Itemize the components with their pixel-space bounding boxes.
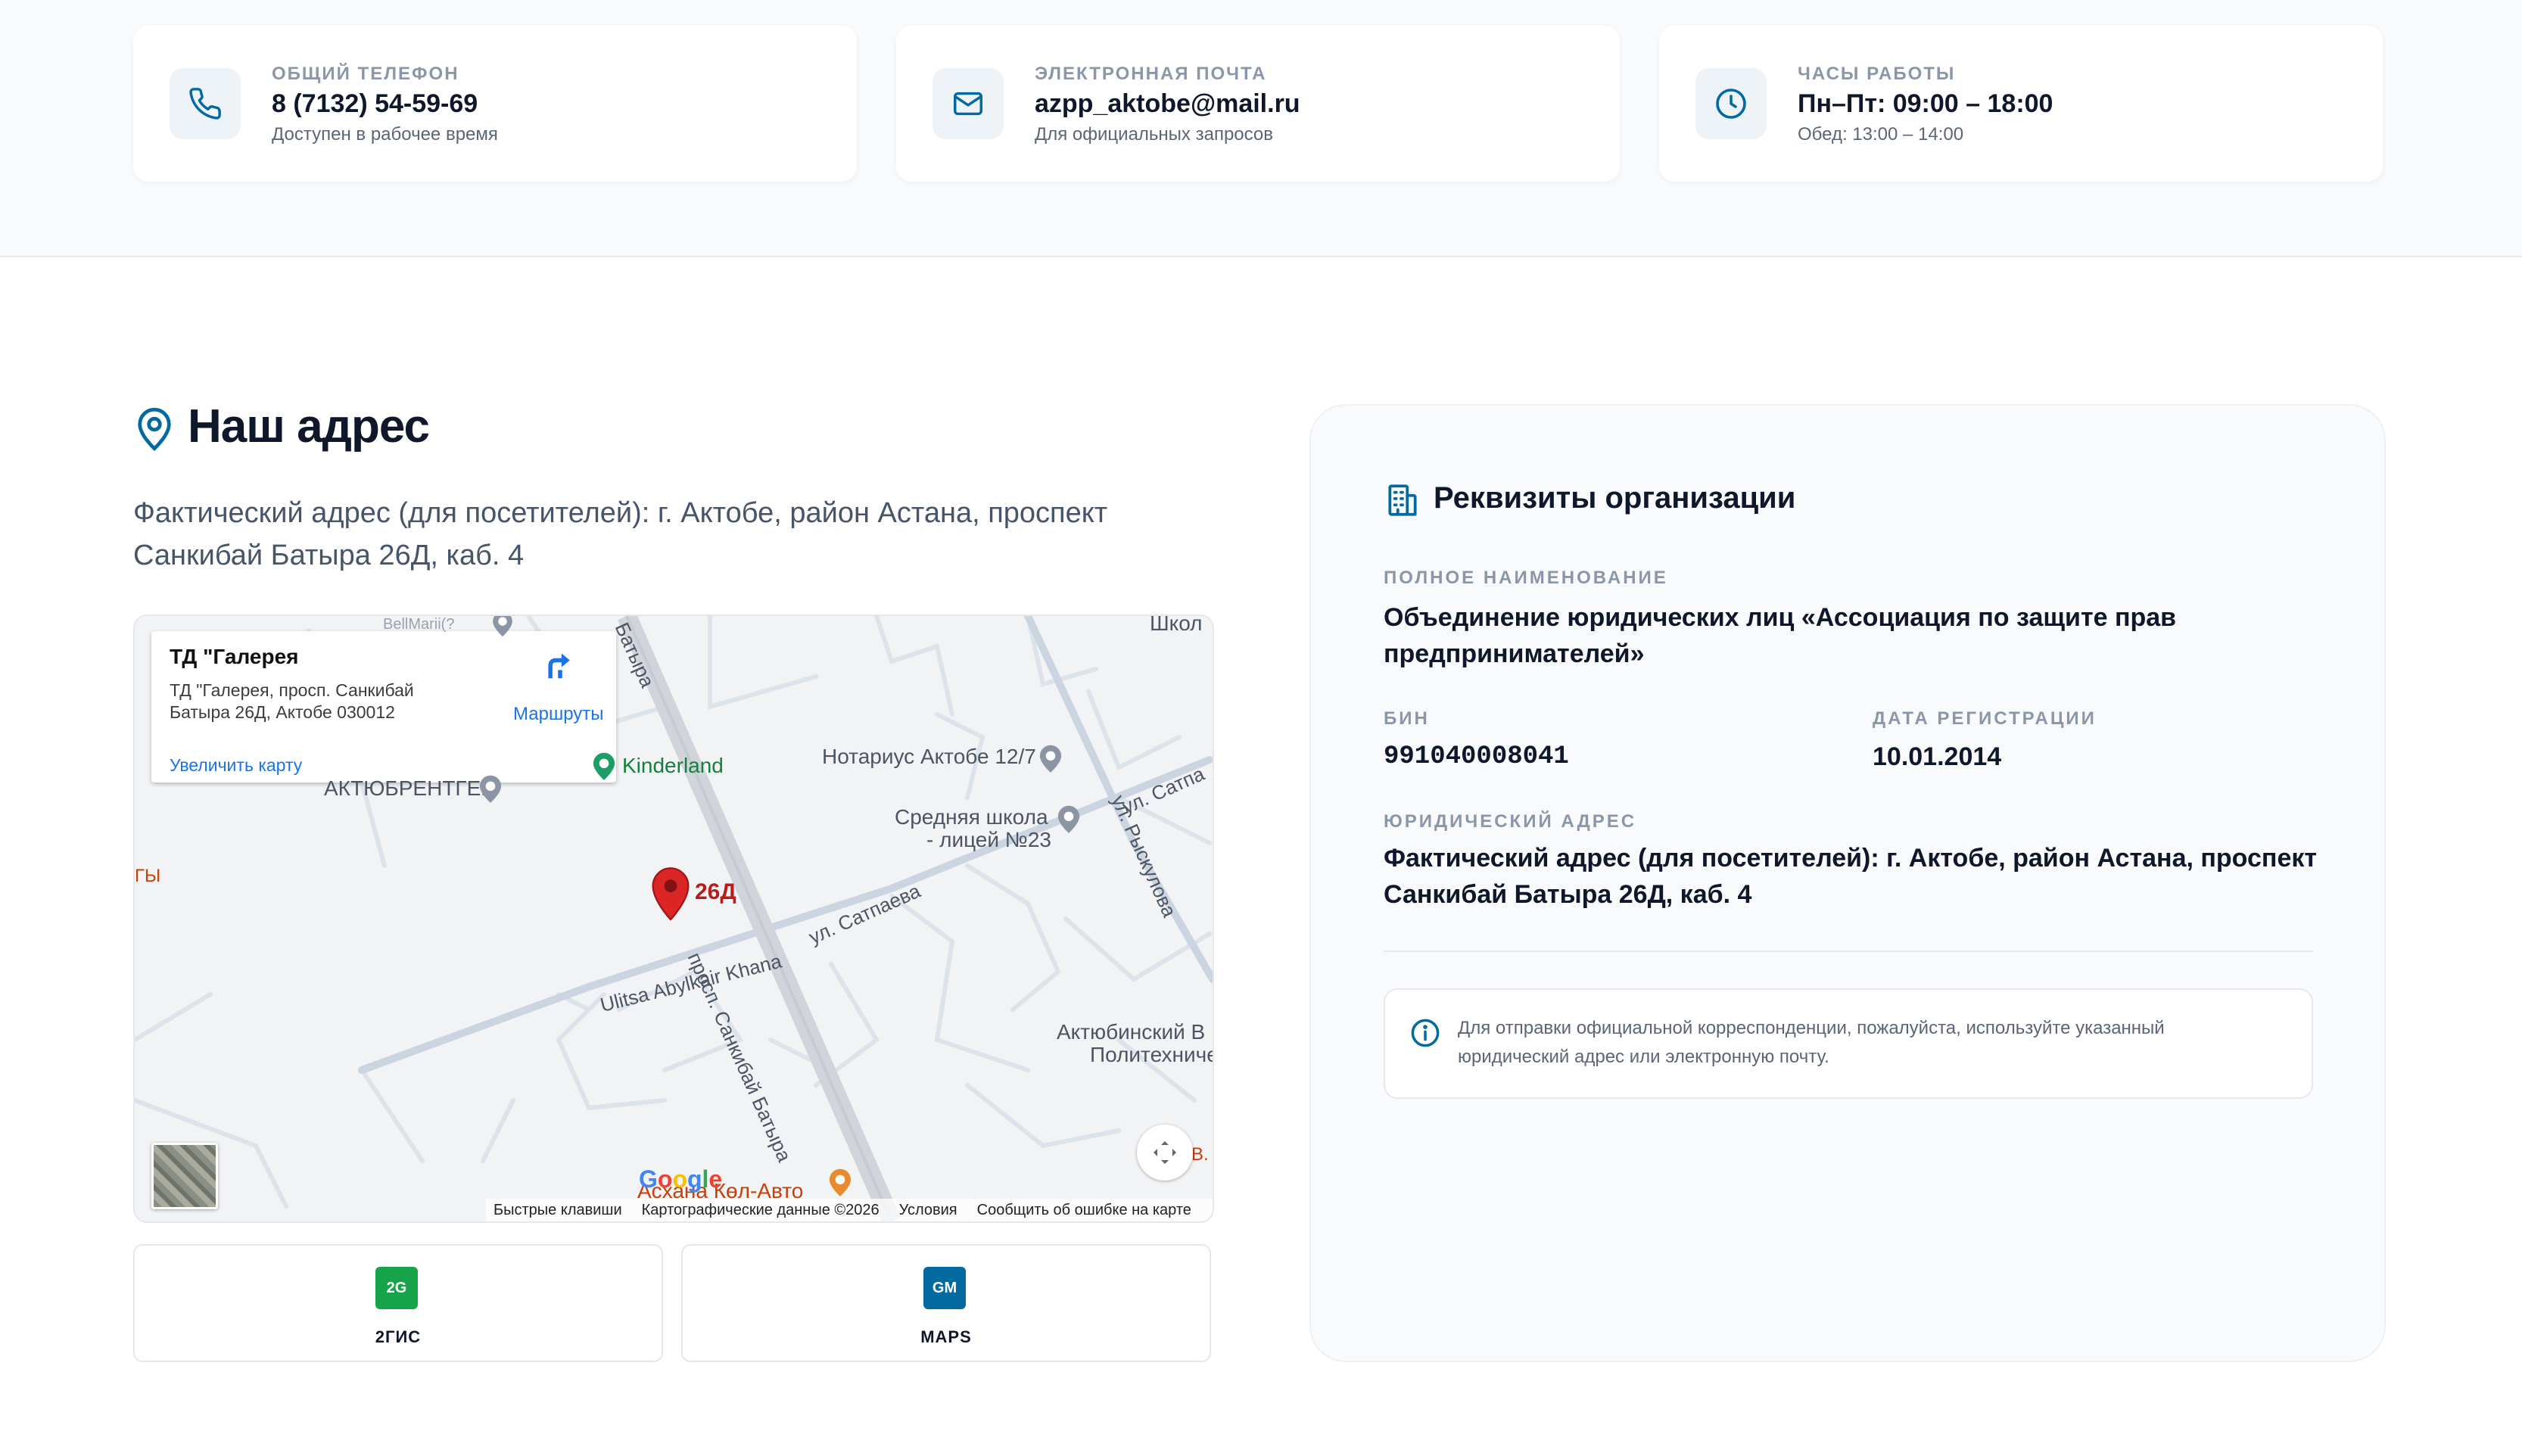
divider <box>1384 950 2313 952</box>
map-label-school-line1[interactable]: Средняя школа <box>895 805 1048 829</box>
map-label-shkol-visible: Школ <box>1150 614 1203 635</box>
map-label-right-partial: В. <box>1191 1144 1209 1165</box>
phone-number-link[interactable]: 8 (7132) 54-59-69 <box>272 89 478 119</box>
contact-eyebrow: ЧАСЫ РАБОТЫ <box>1798 64 1956 84</box>
map-label-left-partial: ГЫ <box>135 866 161 886</box>
map-label-notary[interactable]: Нотариус Актобе 12/7 <box>822 745 1036 769</box>
contact-card-email: ЭЛЕКТРОННАЯ ПОЧТА azpp_aktobe@mail.ru Дл… <box>896 26 1620 182</box>
info-note-text: Для отправки официальной корреспонденции… <box>1458 1018 2165 1067</box>
bin-value: 991040008041 <box>1384 742 1569 771</box>
map-data-label: Картографические данные ©2026 <box>641 1201 880 1218</box>
registration-date-label: ДАТА РЕГИСТРАЦИИ <box>1873 708 2097 729</box>
address-title: Наш адрес <box>188 400 430 453</box>
requisites-title: Реквизиты организации <box>1434 481 1796 515</box>
full-name-label: ПОЛНОЕ НАИМЕНОВАНИЕ <box>1384 568 1668 588</box>
full-name-value: Объединение юридических лиц «Ассоциация … <box>1384 603 2177 668</box>
map-footer: Быстрые клавиши Картографические данные … <box>486 1199 1213 1221</box>
legal-address-value: Фактический адрес (для посетителей): г. … <box>1384 844 2318 909</box>
contacts-band: ОБЩИЙ ТЕЛЕФОН 8 (7132) 54-59-69 Доступен… <box>0 0 2522 257</box>
open-google-maps-button[interactable]: GM MAPS <box>681 1244 1211 1362</box>
info-note: Для отправки официальной корреспонденции… <box>1384 988 2313 1099</box>
enlarge-map-link[interactable]: Увеличить карту <box>170 755 302 776</box>
map-label-polytech-line1[interactable]: Актюбинский В <box>1057 1020 1205 1044</box>
map-label-school-line2[interactable]: - лицей №23 <box>926 828 1051 852</box>
pin-label: 26Д <box>695 879 736 904</box>
contact-card-phone: ОБЩИЙ ТЕЛЕФОН 8 (7132) 54-59-69 Доступен… <box>133 26 857 182</box>
phone-icon <box>170 68 241 139</box>
contact-eyebrow: ОБЩИЙ ТЕЛЕФОН <box>272 64 459 84</box>
poi-marker-askhana[interactable] <box>825 1165 855 1199</box>
bin-label: БИН <box>1384 708 1430 729</box>
info-icon <box>1411 1019 1440 1047</box>
map-label-polytech-line2[interactable]: Политехничес <box>1090 1043 1213 1067</box>
poi-marker-school[interactable] <box>1054 802 1084 835</box>
registration-date-value: 10.01.2014 <box>1873 742 2002 771</box>
satellite-toggle[interactable] <box>151 1143 218 1209</box>
map-label-top-partial: BellMarii(? <box>383 616 455 633</box>
fullscreen-icon <box>1154 1141 1176 1164</box>
building-icon <box>1388 484 1417 516</box>
report-error-link[interactable]: Сообщить об ошибке на карте <box>977 1202 1191 1219</box>
place-info-card: ТД "Галерея ТД "Галерея, просп. Санкибай… <box>151 631 616 782</box>
google-logo: Google <box>639 1165 723 1193</box>
map-label-kinderland[interactable]: Kinderland <box>622 754 724 778</box>
2gis-icon: 2G <box>375 1267 418 1309</box>
map-pin-icon <box>138 408 171 451</box>
email-link[interactable]: azpp_aktobe@mail.ru <box>1035 89 1300 119</box>
location-pin-icon[interactable] <box>649 864 692 922</box>
keyboard-shortcuts-link[interactable]: Быстрые клавиши <box>494 1202 622 1219</box>
open-2gis-button[interactable]: 2G 2ГИС <box>133 1244 663 1362</box>
poi-marker[interactable] <box>489 614 516 639</box>
google-maps-icon: GM <box>923 1267 966 1309</box>
requisites-card: Реквизиты организации ПОЛНОЕ НАИМЕНОВАНИ… <box>1309 404 2386 1362</box>
embedded-map[interactable]: ТД "Галерея ТД "Галерея, просп. Санкибай… <box>133 614 1214 1223</box>
lunch-hours: Обед: 13:00 – 14:00 <box>1798 124 1964 145</box>
work-hours: Пн–Пт: 09:00 – 18:00 <box>1798 89 2053 118</box>
contact-note: Для официальных запросов <box>1035 124 1274 145</box>
contact-note: Доступен в рабочее время <box>272 124 498 145</box>
mail-icon <box>933 68 1004 139</box>
poi-marker-notary[interactable] <box>1035 742 1066 775</box>
directions-link[interactable]: Маршруты <box>513 704 604 725</box>
clock-icon <box>1695 68 1767 139</box>
poi-marker-kinderland[interactable] <box>589 749 619 782</box>
poi-marker-aktyubrentgen[interactable] <box>475 772 506 805</box>
address-text: Фактический адрес (для посетителей): г. … <box>133 497 1108 571</box>
legal-address-label: ЮРИДИЧЕСКИЙ АДРЕС <box>1384 811 1637 832</box>
map-button-label: 2ГИС <box>375 1327 422 1346</box>
contact-card-hours: ЧАСЫ РАБОТЫ Пн–Пт: 09:00 – 18:00 Обед: 1… <box>1659 26 2383 182</box>
contact-eyebrow: ЭЛЕКТРОННАЯ ПОЧТА <box>1035 64 1267 84</box>
map-label-aktyubrentgen[interactable]: АКТЮБРЕНТГЕН <box>324 776 497 801</box>
place-title: ТД "Галерея <box>170 645 299 668</box>
place-address: ТД "Галерея, просп. Санкибай Батыра 26Д,… <box>170 680 414 722</box>
directions-icon[interactable] <box>543 648 577 681</box>
fullscreen-button[interactable] <box>1137 1125 1193 1181</box>
terms-link[interactable]: Условия <box>899 1202 957 1219</box>
map-button-label: MAPS <box>920 1327 972 1346</box>
